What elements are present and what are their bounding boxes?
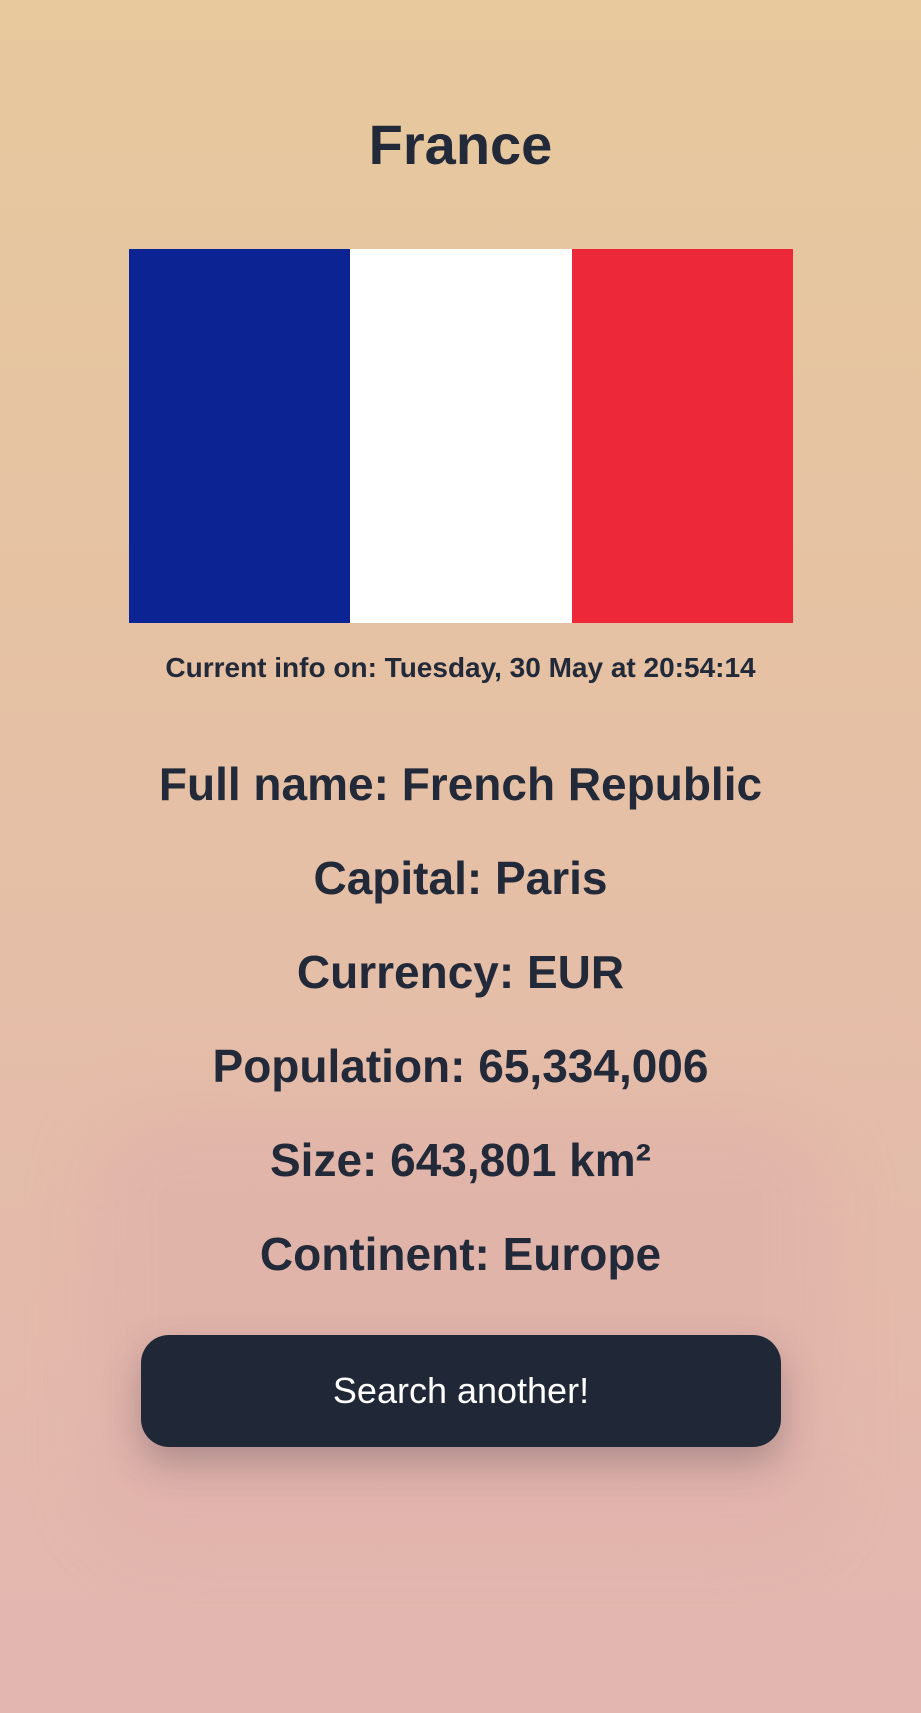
fact-currency: Currency: EUR xyxy=(296,946,625,998)
flag-stripe-white xyxy=(350,249,572,623)
fact-full-name: Full name: French Republic xyxy=(158,758,763,810)
country-info-page: France Current info on: Tuesday, 30 May … xyxy=(0,0,921,1713)
last-updated-text: Current info on: Tuesday, 30 May at 20:5… xyxy=(165,652,756,683)
search-another-button[interactable]: Search another! xyxy=(141,1335,781,1447)
country-title: France xyxy=(368,113,553,176)
fact-capital: Capital: Paris xyxy=(313,852,608,904)
flag-stripe-red xyxy=(571,249,793,623)
flag-stripe-blue xyxy=(129,249,351,623)
country-flag xyxy=(129,249,793,623)
fact-continent: Continent: Europe xyxy=(259,1228,662,1280)
fact-population: Population: 65,334,006 xyxy=(212,1040,709,1092)
fact-size: Size: 643,801 km² xyxy=(269,1134,651,1186)
country-facts-list: Full name: French Republic Capital: Pari… xyxy=(0,756,921,1320)
